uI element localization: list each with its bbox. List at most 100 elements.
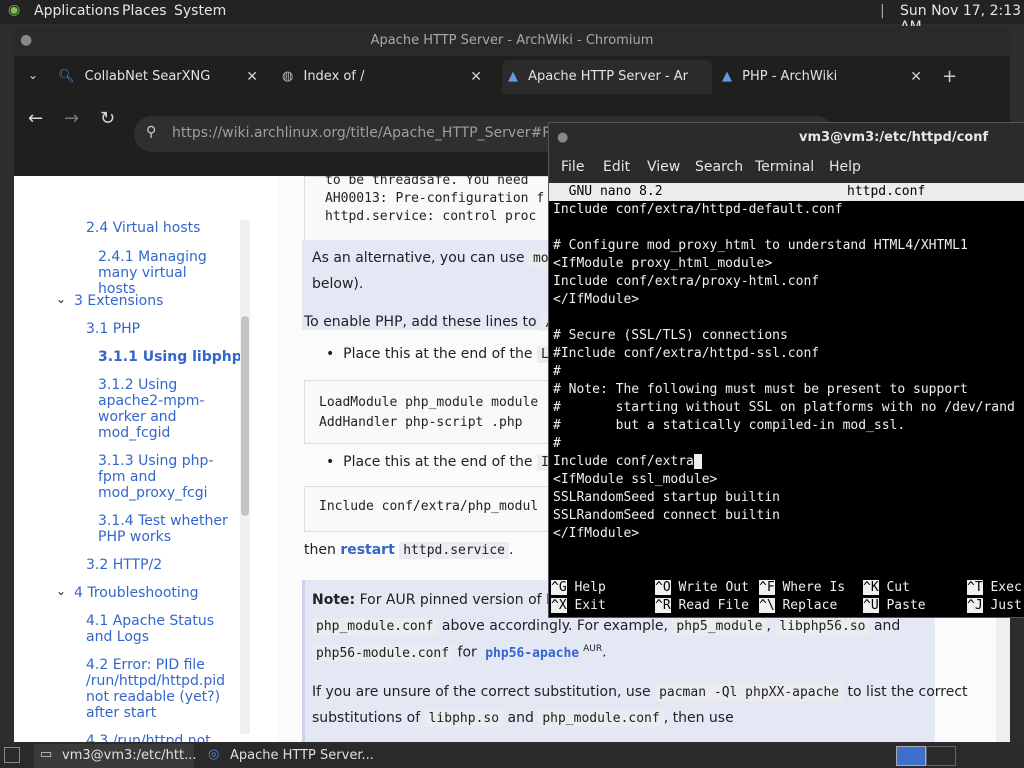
places-menu[interactable]: Places — [122, 3, 167, 19]
bullet-text: • Place this at the end of the Inclu — [326, 454, 585, 471]
toc-sidebar: 2.4 Virtual hosts 2.4.1 Managing many vi… — [14, 176, 278, 742]
toc-item[interactable]: 3.1.2 Using apache2-mpm-worker and mod_f… — [98, 377, 228, 441]
chevron-down-icon[interactable]: ⌄ — [56, 584, 66, 598]
shortcut-write-out[interactable]: ^O Write Out — [655, 579, 749, 597]
taskbar-terminal[interactable]: ▭ vm3@vm3:/etc/htt... — [34, 744, 197, 768]
tab-label: Apache HTTP Server - Ar — [528, 69, 688, 84]
new-tab-icon[interactable]: + — [942, 66, 957, 87]
tab-label: PHP - ArchWiki — [742, 69, 838, 84]
toc-item[interactable]: 3.1 PHP — [86, 321, 140, 337]
shortcut-exit[interactable]: ^X Exit — [551, 597, 606, 615]
toc-item[interactable]: 3.2 HTTP/2 — [86, 557, 162, 573]
shortcut-paste[interactable]: ^U Paste — [863, 597, 926, 615]
unsure-text: If you are unsure of the correct substit… — [312, 684, 968, 701]
editor-line: Include conf/extra/proxy-html.conf — [553, 274, 820, 289]
code-line: AH00013: Pre-configuration f — [325, 191, 545, 206]
menu-view[interactable]: View — [647, 159, 680, 175]
editor-line: # but a statically compiled-in mod_ssl. — [553, 418, 906, 433]
code-line: LoadModule php_module module — [319, 395, 539, 410]
nano-shortcuts: ^G Help ^O Write Out ^F Where Is ^K Cut … — [549, 579, 1024, 615]
chromium-icon: ◎ — [208, 747, 220, 762]
toc-item[interactable]: 2.4 Virtual hosts — [86, 220, 200, 236]
terminal-title-bar: ● vm3@vm3:/etc/httpd/conf — [549, 123, 1024, 153]
editor-line: <IfModule proxy_html_module> — [553, 256, 773, 271]
chevron-down-icon[interactable]: ⌄ — [56, 292, 66, 306]
taskbar-chromium[interactable]: ◎ Apache HTTP Server... — [204, 744, 374, 768]
tab-apache[interactable]: ▲ Apache HTTP Server - Ar — [502, 60, 712, 94]
site-info-icon[interactable]: ⚲ — [146, 124, 156, 140]
panel-separator: | — [880, 3, 885, 19]
toc-item[interactable]: 3.1.4 Test whether PHP works — [98, 513, 228, 545]
below-text: below). — [312, 276, 364, 292]
code-line: AddHandler php-script .php — [319, 415, 523, 430]
tab-searxng[interactable]: 🔍︎ CollabNet SearXNG ✕ — [58, 60, 268, 94]
distro-logo-icon[interactable]: ◉ — [8, 2, 20, 18]
menu-edit[interactable]: Edit — [603, 159, 630, 175]
workspace-2[interactable] — [926, 746, 956, 766]
terminal-title: vm3@vm3:/etc/httpd/conf — [799, 130, 989, 145]
terminal-icon: ▭ — [40, 747, 53, 762]
close-tab-icon[interactable]: ✕ — [470, 60, 482, 94]
shortcut-justify[interactable]: ^J Just — [967, 597, 1022, 615]
shortcut-exec[interactable]: ^T Exec — [967, 579, 1022, 597]
toc-item[interactable]: 4 Troubleshooting — [74, 585, 199, 601]
editor-line: <IfModule ssl_module> — [553, 472, 718, 487]
close-tab-icon[interactable]: ✕ — [910, 60, 922, 94]
close-tab-icon[interactable]: ✕ — [246, 60, 258, 94]
toc-item[interactable]: 2.4.1 Managing many virtual hosts — [98, 249, 228, 297]
toc-item[interactable]: 4.3 /run/httpd not — [86, 733, 226, 742]
toc-item[interactable]: 4.1 Apache Status and Logs — [86, 613, 226, 645]
toc-item-active[interactable]: 3.1.1 Using libphp — [98, 349, 242, 365]
nano-version: GNU nano 8.2 — [553, 184, 663, 199]
editor-line: SSLRandomSeed startup builtin — [553, 490, 780, 505]
code-line: to be threadsafe. You need — [325, 173, 529, 188]
toc-scrollbar[interactable] — [240, 220, 250, 734]
window-title: Apache HTTP Server - ArchWiki - Chromium — [14, 26, 1010, 56]
restart-link[interactable]: restart — [340, 542, 394, 558]
window-menu-icon[interactable]: ● — [557, 123, 568, 153]
editor-line: # starting without SSL on platforms with… — [553, 400, 1015, 415]
subs-text: substitutions of libphp.so and php_modul… — [312, 710, 734, 727]
url-text[interactable]: https://wiki.archlinux.org/title/Apache_… — [172, 125, 570, 141]
tab-index[interactable]: ◍ Index of / ✕ — [282, 60, 492, 94]
toc-item[interactable]: 4.2 Error: PID file /run/httpd/httpd.pid… — [86, 657, 226, 721]
menu-terminal[interactable]: Terminal — [755, 159, 814, 175]
shortcut-help[interactable]: ^G Help — [551, 579, 606, 597]
reload-icon[interactable]: ↻ — [100, 108, 115, 129]
package-link[interactable]: php56-apache — [481, 645, 583, 662]
menu-search[interactable]: Search — [695, 159, 743, 175]
taskbar-label: vm3@vm3:/etc/htt... — [62, 748, 197, 763]
shortcut-cut[interactable]: ^K Cut — [863, 579, 910, 597]
toc-item[interactable]: 3 Extensions — [74, 293, 163, 309]
show-desktop-icon[interactable] — [4, 747, 20, 763]
tab-php[interactable]: ▲ PHP - ArchWiki ✕ — [722, 60, 932, 94]
archwiki-icon: ▲ — [722, 69, 732, 84]
workspace-1[interactable] — [896, 746, 926, 766]
taskbar-label: Apache HTTP Server... — [230, 748, 374, 763]
note-text: Note: For AUR pinned version of PHP — [312, 592, 574, 608]
taskbar: ▭ vm3@vm3:/etc/htt... ◎ Apache HTTP Serv… — [0, 744, 1024, 768]
applications-menu[interactable]: Applications — [34, 3, 120, 19]
toc-item[interactable]: 3.1.3 Using php-fpm and mod_proxy_fcgi — [98, 453, 228, 501]
editor-line: # — [553, 364, 561, 379]
nano-editor[interactable]: Include conf/extra/httpd-default.conf # … — [549, 201, 1024, 581]
code-line: Include conf/extra/php_modul — [319, 499, 539, 514]
shortcut-where-is[interactable]: ^F Where Is — [759, 579, 845, 597]
shortcut-replace[interactable]: ^\ Replace — [759, 597, 837, 615]
system-menu[interactable]: System — [174, 3, 226, 19]
tab-list-icon[interactable]: ⌄ — [28, 68, 38, 82]
window-menu-icon[interactable]: ● — [20, 32, 32, 48]
scroll-thumb[interactable] — [241, 316, 249, 516]
menu-file[interactable]: File — [561, 159, 584, 175]
shortcut-read-file[interactable]: ^R Read File — [655, 597, 749, 615]
code-line: httpd.service: control proc — [325, 209, 537, 224]
editor-line: #Include conf/extra/httpd-ssl.conf — [553, 346, 820, 361]
nano-header: GNU nano 8.2 httpd.conf — [549, 183, 1024, 201]
forward-icon: → — [64, 108, 80, 129]
terminal-menubar: File Edit View Search Terminal Help — [549, 153, 1024, 183]
menu-help[interactable]: Help — [829, 159, 861, 175]
editor-line: # — [553, 436, 561, 451]
alt-text: As an alternative, you can use mod_p — [312, 250, 577, 267]
archwiki-icon: ▲ — [508, 69, 518, 84]
back-icon[interactable]: ← — [28, 108, 43, 129]
